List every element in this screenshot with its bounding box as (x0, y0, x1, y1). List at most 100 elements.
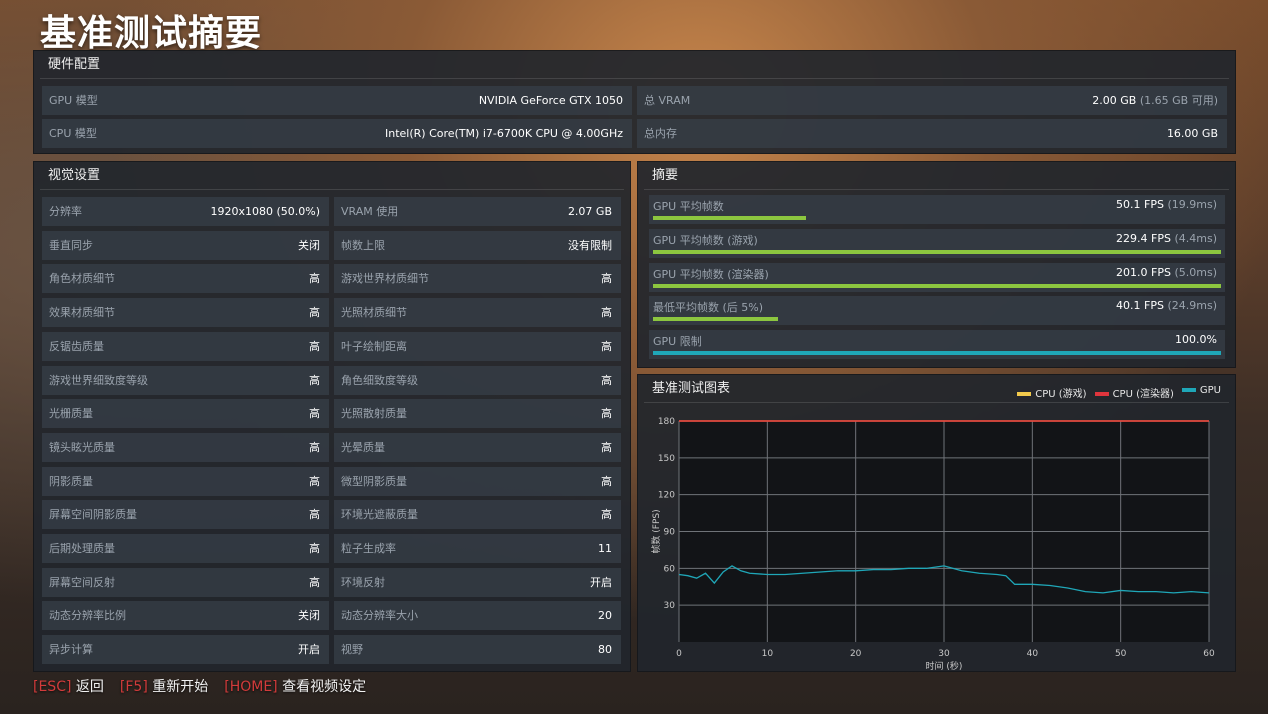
summary-row: GPU 平均帧数 (游戏) 229.4 FPS (4.4ms) (649, 228, 1225, 258)
setting-label: 光栅质量 (49, 407, 93, 421)
visual-setting-row: 环境反射 开启 (334, 567, 621, 597)
visual-setting-row: 视野 80 (334, 635, 621, 665)
setting-value: 高 (601, 339, 612, 353)
visual-setting-row: 环境光遮蔽质量 高 (334, 500, 621, 530)
setting-value: 80 (598, 643, 612, 657)
setting-value: 没有限制 (568, 238, 612, 252)
setting-value: 11 (598, 542, 612, 555)
setting-label: 屏幕空间阴影质量 (49, 508, 137, 522)
setting-value: 20 (598, 609, 612, 623)
summary-label: 最低平均帧数 (后 5%) (653, 301, 764, 315)
visual-setting-row: 游戏世界材质细节 高 (334, 264, 621, 294)
x-tick-label: 40 (1027, 649, 1039, 659)
hw-label: CPU 模型 (49, 127, 97, 140)
setting-value: 关闭 (298, 238, 320, 252)
hw-value: NVIDIA GeForce GTX 1050 (478, 94, 623, 107)
summary-bar (653, 216, 807, 220)
summary-row: GPU 平均帧数 50.1 FPS (19.9ms) (649, 195, 1225, 224)
setting-label: 粒子生成率 (341, 542, 396, 555)
setting-label: 微型阴影质量 (341, 474, 407, 488)
hardware-heading: 硬件配置 (40, 51, 1229, 79)
x-tick-label: 60 (1203, 649, 1215, 659)
f5-restart-button[interactable]: [F5] 重新开始 (120, 676, 208, 696)
setting-value: 高 (601, 508, 612, 522)
visual-setting-row: 叶子绘制距离 高 (334, 331, 621, 361)
setting-label: 后期处理质量 (49, 542, 115, 555)
visual-heading: 视觉设置 (40, 162, 624, 190)
x-tick-label: 0 (676, 649, 682, 659)
visual-setting-row: 阴影质量 高 (42, 466, 329, 496)
hw-value: 16.00 GB (1166, 127, 1218, 140)
setting-label: 角色细致度等级 (341, 373, 418, 387)
visual-setting-row: 后期处理质量 高 (42, 534, 329, 563)
summary-label: GPU 平均帧数 (游戏) (653, 233, 758, 247)
legend-item: GPU (1181, 385, 1221, 400)
hw-row-gpu-model: GPU 模型 NVIDIA GeForce GTX 1050 (42, 86, 632, 115)
setting-value: 高 (601, 440, 612, 454)
fps-chart: 0 10 20 30 40 50 60 30 60 90 120 150 180 时间 (秒) 帧数 (FP… (650, 417, 1215, 671)
visual-setting-row: 游戏世界细致度等级 高 (42, 365, 329, 395)
y-tick-label: 120 (658, 491, 675, 501)
setting-value: 高 (309, 474, 320, 488)
hw-row-vram: 总 VRAM 2.00 GB (1.65 GB 可用) (637, 86, 1227, 115)
setting-value: 高 (309, 407, 320, 421)
summary-row: 最低平均帧数 (后 5%) 40.1 FPS (24.9ms) (649, 296, 1225, 326)
visual-setting-row: 帧数上限 没有限制 (334, 230, 621, 260)
esc-back-button[interactable]: [ESC] 返回 (33, 676, 104, 696)
hw-label: 总 VRAM (644, 94, 691, 107)
home-video-settings-button[interactable]: [HOME] 查看视频设定 (224, 676, 366, 696)
visual-setting-row: 效果材质细节 高 (42, 298, 329, 328)
visual-setting-row: 垂直同步 关闭 (42, 230, 329, 260)
summary-row: GPU 平均帧数 (渲染器) 201.0 FPS (5.0ms) (649, 262, 1225, 292)
setting-value: 关闭 (298, 609, 320, 623)
footer-hints: [ESC] 返回 [F5] 重新开始 [HOME] 查看视频设定 (33, 676, 366, 696)
visual-setting-row: 角色材质细节 高 (42, 264, 329, 294)
hw-row-memory: 总内存 16.00 GB (637, 119, 1227, 148)
setting-value: 2.07 GB (567, 205, 612, 218)
setting-value: 1920x1080 (50.0%) (210, 205, 320, 218)
setting-label: 帧数上限 (341, 238, 385, 252)
hw-label: 总内存 (644, 127, 677, 140)
summary-label: GPU 平均帧数 (653, 200, 724, 213)
setting-value: 高 (601, 272, 612, 286)
visual-setting-row: 粒子生成率 11 (334, 534, 621, 563)
summary-row: GPU 限制 100.0% (649, 330, 1225, 360)
setting-label: 游戏世界材质细节 (341, 272, 429, 286)
setting-value: 高 (309, 339, 320, 353)
setting-label: 效果材质细节 (49, 306, 115, 320)
chart-legend: CPU (游戏) CPU (渲染器) GPU (1017, 385, 1221, 400)
summary-value: 50.1 FPS (19.9ms) (1116, 198, 1217, 211)
y-tick-label: 60 (664, 564, 676, 574)
setting-label: 分辨率 (49, 205, 82, 218)
hw-row-cpu-model: CPU 模型 Intel(R) Core(TM) i7-6700K CPU @ … (42, 119, 632, 148)
visual-setting-row: 屏幕空间阴影质量 高 (42, 500, 329, 530)
visual-setting-row: 光照材质细节 高 (334, 298, 621, 328)
visual-setting-row: 异步计算 开启 (42, 635, 329, 665)
visual-setting-row: 屏幕空间反射 高 (42, 567, 329, 597)
legend-item: CPU (渲染器) (1094, 385, 1174, 400)
visual-setting-row: 角色细致度等级 高 (334, 365, 621, 395)
visual-setting-row: 镜头眩光质量 高 (42, 432, 329, 462)
setting-value: 高 (309, 440, 320, 454)
summary-bar (653, 351, 1221, 356)
setting-label: 动态分辨率比例 (49, 609, 126, 623)
setting-label: VRAM 使用 (341, 205, 399, 218)
y-tick-label: 180 (658, 417, 675, 427)
y-tick-label: 30 (664, 601, 676, 611)
visual-setting-row: 反锯齿质量 高 (42, 331, 329, 361)
visual-setting-row: 分辨率 1920x1080 (50.0%) (42, 197, 329, 226)
setting-label: 阴影质量 (49, 474, 93, 488)
visual-setting-row: 动态分辨率大小 20 (334, 601, 621, 631)
setting-label: 光晕质量 (341, 440, 385, 454)
setting-value: 高 (309, 542, 320, 555)
setting-value: 高 (309, 508, 320, 522)
hw-label: GPU 模型 (49, 94, 98, 107)
summary-heading: 摘要 (644, 162, 1229, 190)
summary-bar (653, 283, 1221, 288)
x-tick-label: 20 (850, 649, 862, 659)
summary-label: GPU 平均帧数 (渲染器) (653, 267, 769, 281)
summary-label: GPU 限制 (653, 335, 702, 349)
summary-value: 100.0% (1175, 333, 1217, 347)
visual-setting-row: 光照散射质量 高 (334, 399, 621, 429)
hw-value: 2.00 GB (1.65 GB 可用) (1092, 94, 1218, 107)
